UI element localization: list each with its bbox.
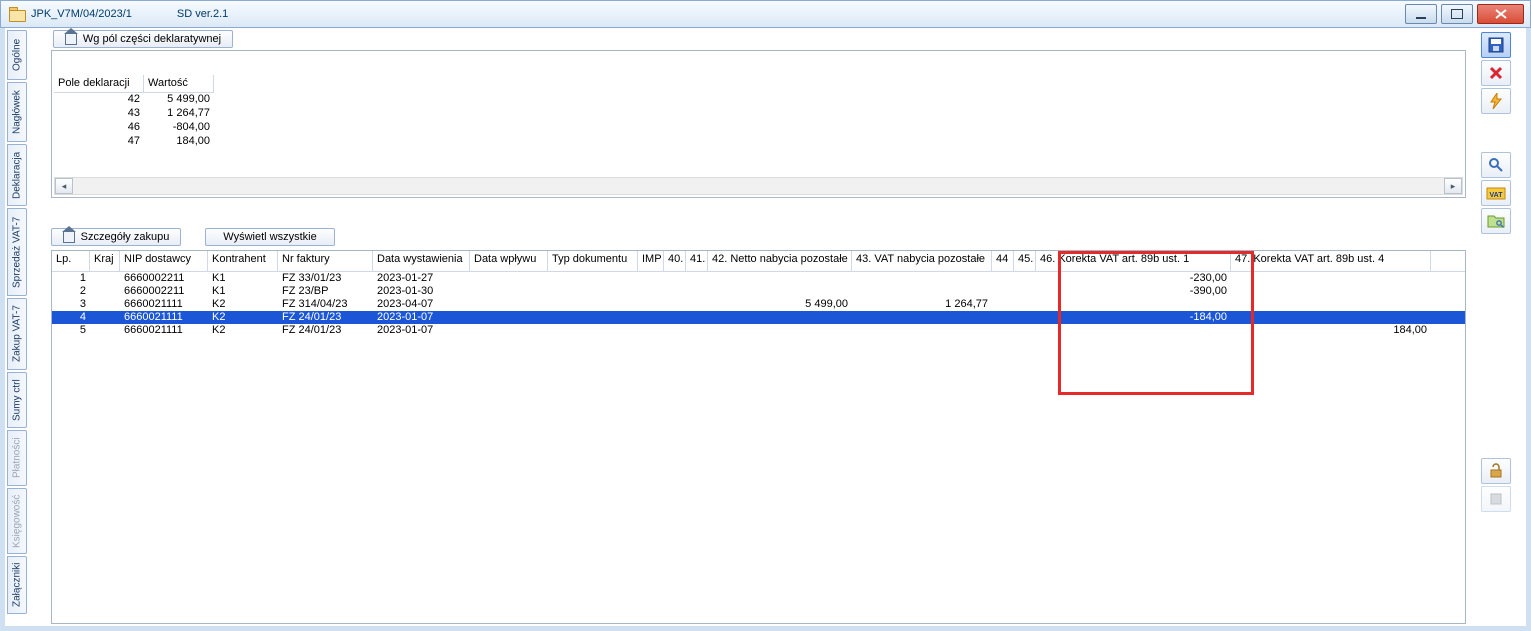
lightning-icon <box>1489 93 1503 109</box>
grid-header: Lp.KrajNIP dostawcyKontrahentNr fakturyD… <box>52 251 1465 272</box>
folder-icon <box>9 7 25 21</box>
col-header[interactable]: Typ dokumentu <box>548 251 638 271</box>
lightning-button[interactable] <box>1481 88 1511 114</box>
table-row[interactable]: 56660021111K2FZ 24/01/232023-01-07184,00 <box>52 324 1465 337</box>
maximize-button[interactable] <box>1441 4 1473 24</box>
vat-button[interactable]: VAT <box>1481 180 1511 206</box>
tag-icon <box>1489 492 1503 506</box>
close-button[interactable] <box>1477 4 1524 24</box>
col-header[interactable]: 44 <box>992 251 1014 271</box>
folder-search-icon <box>1487 213 1505 229</box>
col-header[interactable]: Data wpływu <box>470 251 548 271</box>
titlebar: JPK_V7M/04/2023/1 SD ver.2.1 <box>0 0 1531 28</box>
decl-hscroll[interactable]: ◂ ▸ <box>54 177 1463 195</box>
vtab-zakup-vat-7[interactable]: Zakup VAT-7 <box>7 298 27 370</box>
lock-open-icon <box>1488 463 1504 479</box>
col-header[interactable]: 40. <box>664 251 686 271</box>
vtab-sprzeda-vat-7[interactable]: Sprzedaż VAT-7 <box>7 208 27 296</box>
col-header[interactable]: NIP dostawcy <box>120 251 208 271</box>
minimize-button[interactable] <box>1405 4 1437 24</box>
svg-text:VAT: VAT <box>1490 192 1504 199</box>
vtab-og-lne[interactable]: Ogólne <box>7 30 27 80</box>
decl-row: 47184,00 <box>54 135 214 149</box>
close-icon <box>1494 8 1508 20</box>
grid-body: 16660002211K1FZ 33/01/232023-01-27-230,0… <box>52 272 1465 337</box>
table-row[interactable]: 16660002211K1FZ 33/01/232023-01-27-230,0… <box>52 272 1465 285</box>
col-header[interactable]: IMP <box>638 251 664 271</box>
col-header[interactable]: 43. VAT nabycia pozostałe <box>852 251 992 271</box>
purchase-details-button[interactable]: Szczegóły zakupu <box>51 228 181 246</box>
col-header[interactable]: Kraj <box>90 251 120 271</box>
window-version: SD ver.2.1 <box>177 8 228 20</box>
table-row[interactable]: 36660021111K2FZ 314/04/232023-04-075 499… <box>52 298 1465 311</box>
decl-fields-label: Wg pól części deklaratywnej <box>83 33 221 45</box>
vtab-za-czniki[interactable]: Załączniki <box>7 556 27 614</box>
magnifier-icon <box>1488 157 1504 173</box>
col-header[interactable]: 41. <box>686 251 708 271</box>
vtab-deklaracja[interactable]: Deklaracja <box>7 144 27 206</box>
declaration-pane: Pole deklaracji Wartość 425 499,00431 26… <box>51 50 1466 198</box>
vertical-tabs: OgólneNagłówekDeklaracjaSprzedaż VAT-7Za… <box>7 30 29 624</box>
col-header[interactable]: 42. Netto nabycia pozostałe <box>708 251 852 271</box>
vtab-nag-wek[interactable]: Nagłówek <box>7 82 27 142</box>
home-icon <box>63 231 75 243</box>
home-icon <box>65 33 77 45</box>
decl-row: 46-804,00 <box>54 121 214 135</box>
table-row[interactable]: 26660002211K1FZ 23/BP2023-01-30-390,00 <box>52 285 1465 298</box>
col-header[interactable]: Lp. <box>52 251 90 271</box>
decl-rows: 425 499,00431 264,7746-804,0047184,00 <box>54 93 214 149</box>
vat-icon: VAT <box>1486 185 1506 201</box>
save-button[interactable] <box>1481 32 1511 58</box>
col-header[interactable]: 45. <box>1014 251 1036 271</box>
purchase-grid[interactable]: Lp.KrajNIP dostawcyKontrahentNr fakturyD… <box>51 250 1466 624</box>
col-header[interactable]: 46. Korekta VAT art. 89b ust. 1 <box>1036 251 1231 271</box>
floppy-icon <box>1488 37 1504 53</box>
lock-button[interactable] <box>1481 458 1511 484</box>
purchase-buttons: Szczegóły zakupu Wyświetl wszystkie <box>51 228 335 250</box>
right-toolbar: VAT <box>1470 32 1522 512</box>
purchase-details-label: Szczegóły zakupu <box>81 231 170 243</box>
show-all-label: Wyświetl wszystkie <box>223 231 316 243</box>
tag-button[interactable] <box>1481 486 1511 512</box>
show-all-button[interactable]: Wyświetl wszystkie <box>205 228 335 246</box>
col-header[interactable]: Nr faktury <box>278 251 373 271</box>
folder-search-button[interactable] <box>1481 208 1511 234</box>
col-header[interactable]: 47. Korekta VAT art. 89b ust. 4 <box>1231 251 1431 271</box>
decl-head-pole: Pole deklaracji <box>54 75 144 93</box>
window-title: JPK_V7M/04/2023/1 <box>31 8 132 20</box>
decl-row: 425 499,00 <box>54 93 214 107</box>
decl-fields-button[interactable]: Wg pól części deklaratywnej <box>53 30 233 48</box>
col-header[interactable]: Data wystawienia <box>373 251 470 271</box>
scroll-right-icon[interactable]: ▸ <box>1444 178 1462 194</box>
table-row[interactable]: 46660021111K2FZ 24/01/232023-01-07-184,0… <box>52 311 1465 324</box>
decl-row: 431 264,77 <box>54 107 214 121</box>
decl-head-wartosc: Wartość <box>144 75 214 93</box>
search-button[interactable] <box>1481 152 1511 178</box>
vtab-sumy-ctrl[interactable]: Sumy ctrl <box>7 372 27 428</box>
vtab-p-atno-ci: Płatności <box>7 430 27 486</box>
scroll-left-icon[interactable]: ◂ <box>55 178 73 194</box>
col-header[interactable]: Kontrahent <box>208 251 278 271</box>
delete-button[interactable] <box>1481 60 1511 86</box>
x-red-icon <box>1489 66 1503 80</box>
vtab-ksi-gowo-: Księgowość <box>7 488 27 554</box>
decl-header: Pole deklaracji Wartość <box>54 75 214 93</box>
